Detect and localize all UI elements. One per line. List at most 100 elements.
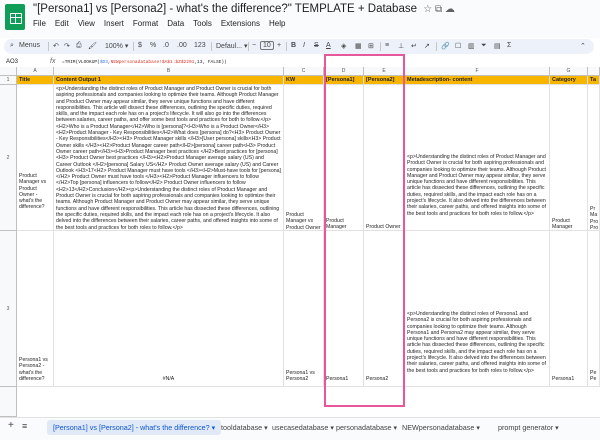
font-size-input[interactable]: 10 [260,41,274,50]
cell-f2-metadescription[interactable]: <p>Understanding the distinct roles of P… [405,85,550,231]
header-cell-tags[interactable]: Ta [588,76,600,85]
header-cell-persona1[interactable]: [Persona1] [324,76,364,85]
strikethrough-button[interactable]: S [314,42,319,49]
cell-f3-metadescription[interactable]: <p>Understanding the distinct roles of P… [405,231,550,387]
undo-icon[interactable]: ↶ [53,42,59,50]
filter-icon[interactable]: ⏷ [481,42,487,50]
name-box[interactable]: AO3 [6,59,18,65]
cell-d2-persona1[interactable]: Product Manager [324,85,364,231]
row-header-empty[interactable] [0,387,17,417]
header-cell-content-output[interactable]: Content Output 1 [54,76,284,85]
bold-button[interactable]: B [291,42,296,49]
sheet-tab-label: prompt generator [498,423,554,432]
formula-input[interactable]: =TRIM(VLOOKUP($D3,NEWpersonadatabase!$A$… [62,60,227,65]
number-format-button[interactable]: 123 [194,42,206,49]
functions-icon[interactable]: Σ [507,42,511,49]
document-title[interactable]: "[Persona1] vs [Persona2] - what's the d… [33,3,455,15]
insert-link-icon[interactable]: 🔗 [441,42,450,50]
select-all-corner[interactable] [0,67,17,76]
percent-format-button[interactable]: % [150,42,156,49]
zoom-select[interactable]: 100% ▾ [105,42,128,50]
cell-c3-kw[interactable]: Persona1 vs Persona2 [284,231,324,387]
chevron-down-icon[interactable]: ▾ [212,423,216,432]
column-header-h[interactable] [588,67,600,76]
header-cell-kw[interactable]: KW [284,76,324,85]
filter-views-icon[interactable]: ▤ [494,42,501,50]
insert-comment-icon[interactable]: ☐ [455,42,461,50]
header-cell-category[interactable]: Category [550,76,588,85]
borders-icon[interactable]: ▦ [355,42,362,50]
menu-extensions[interactable]: Extensions [221,19,260,28]
cell-g3-category[interactable]: Persona1 [550,231,588,387]
text-rotation-icon[interactable]: ↗ [424,42,430,50]
menus-search-label[interactable]: Menus [19,42,40,49]
row-header-3[interactable]: 3 [0,231,17,387]
cell-e2-persona2[interactable]: Product Owner [364,85,405,231]
font-select[interactable]: Defaul... ▾ [216,42,248,50]
italic-button[interactable]: I [303,42,305,49]
increase-decimal-button[interactable]: .00 [177,42,187,49]
menu-help[interactable]: Help [269,19,285,28]
cell-b2-content[interactable]: <p>Understanding the distinct roles of P… [54,85,284,231]
vertical-align-icon[interactable]: ⊥ [398,42,404,50]
cell-h2-tags[interactable]: Pr Ma Pro Pro [588,85,600,231]
column-header-c[interactable]: C [284,67,324,76]
decrease-decimal-button[interactable]: .0 [163,42,169,49]
cell-e3-persona2[interactable]: Persona2 [364,231,405,387]
sheet-tab-bar: + ≡ [Persona1] vs [Persona2] - what's th… [0,417,600,440]
column-header-e[interactable]: E [364,67,405,76]
cell-h3-tags[interactable]: Pe Pe [588,231,600,387]
currency-format-button[interactable]: $ [138,42,142,49]
header-cell-metadescription[interactable]: Metadescription- content [405,76,550,85]
cell-c2-kw[interactable]: Product Manager vs Product Owner [284,85,324,231]
cloud-status-icon[interactable]: ☁ [445,4,455,15]
menu-data[interactable]: Data [167,19,184,28]
all-sheets-icon[interactable]: ≡ [22,421,27,431]
fill-color-icon[interactable]: ◈ [341,42,346,50]
row-header-1[interactable]: 1 [0,76,17,85]
menu-view[interactable]: View [78,19,95,28]
row-header-2[interactable]: 2 [0,85,17,231]
cell-g2-category[interactable]: Product Manager [550,85,588,231]
column-header-g[interactable]: G [550,67,588,76]
cell-a2-title[interactable]: Product Manager vs Product Owner - what'… [17,85,54,231]
menu-edit[interactable]: Edit [55,19,69,28]
cell-d3-persona1[interactable]: Persona1 [324,231,364,387]
document-title-text[interactable]: "[Persona1] vs [Persona2] - what's the d… [33,3,417,15]
column-header-d[interactable]: D [324,67,364,76]
menu-tools[interactable]: Tools [193,19,212,28]
chevron-up-icon[interactable]: ⌃ [580,42,586,50]
column-header-b[interactable]: B [54,67,284,76]
column-header-f[interactable]: F [405,67,550,76]
text-wrap-icon[interactable]: ↵ [411,42,417,50]
cell-a3-title[interactable]: Persona1 vs Persona2 - what's the differ… [17,231,54,387]
column-header-a[interactable]: A [17,67,54,76]
sheet-tab-newpersonadatabase[interactable]: NEWpersonadatabase ▾ [402,423,480,432]
menu-format[interactable]: Format [133,19,158,28]
header-cell-persona2[interactable]: [Persona2] [364,76,405,85]
horizontal-align-icon[interactable]: ≡ [385,42,389,49]
search-icon[interactable]: ⌕ [10,42,14,50]
menu-file[interactable]: File [33,19,46,28]
sheet-tab-tooldatabase[interactable]: tooldatabase ▾ [221,423,268,432]
star-icon[interactable]: ☆ [423,4,432,15]
sheet-tab-prompt-generator[interactable]: prompt generator ▾ [498,423,559,432]
font-size-increase-button[interactable]: + [277,42,281,49]
text-color-button[interactable]: A [326,42,331,49]
sheet-tab-usecasedatabase[interactable]: usecasedatabase ▾ [272,423,334,432]
insert-chart-icon[interactable]: ▥ [468,42,475,50]
formula-start: =TRIM(VLOOKUP( [62,59,100,65]
paint-format-icon[interactable]: 🖌 [88,42,97,50]
header-cell-title-content[interactable]: Title Content [17,76,54,85]
menu-insert[interactable]: Insert [104,19,124,28]
merge-cells-icon[interactable]: ⊞ [368,42,374,50]
sheet-tab-persona-template[interactable]: [Persona1] vs [Persona2] - what's the di… [47,420,222,435]
add-sheet-icon[interactable]: + [8,420,14,431]
move-to-folder-icon[interactable]: ⧉ [435,4,442,15]
print-icon[interactable]: ⎙ [76,42,82,50]
cell-b3-content[interactable]: #N/A [54,231,284,387]
redo-icon[interactable]: ↷ [64,42,70,50]
font-size-decrease-button[interactable]: − [252,42,256,49]
sheets-logo-icon[interactable] [5,4,25,30]
sheet-tab-personadatabase[interactable]: personadatabase ▾ [336,423,397,432]
